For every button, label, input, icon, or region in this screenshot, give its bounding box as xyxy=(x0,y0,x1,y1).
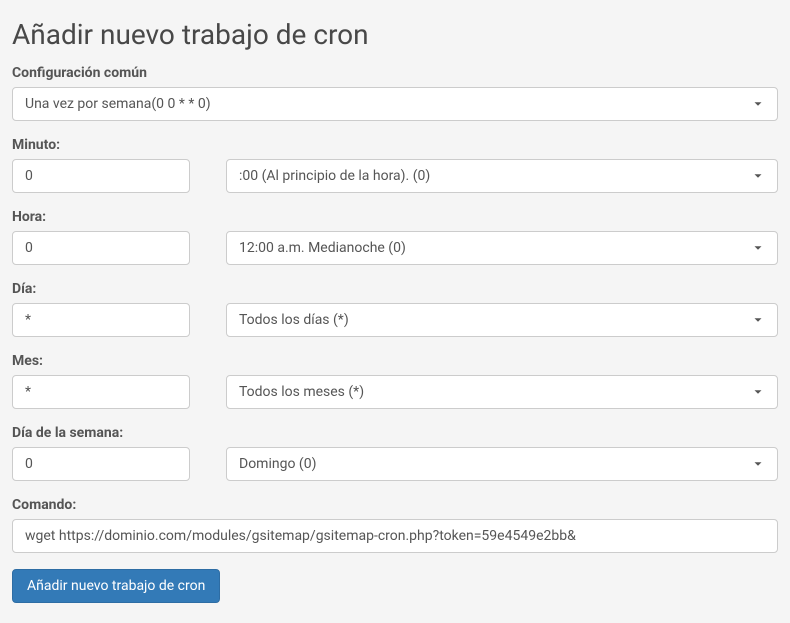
chevron-down-icon xyxy=(751,385,765,399)
weekday-preset-select[interactable]: Domingo (0) xyxy=(226,447,778,481)
chevron-down-icon xyxy=(751,241,765,255)
weekday-preset-selected: Domingo (0) xyxy=(239,456,316,472)
minute-label: Minuto: xyxy=(12,137,778,153)
chevron-down-icon xyxy=(751,169,765,183)
common-settings-label: Configuración común xyxy=(12,65,778,81)
month-preset-selected: Todos los meses (*) xyxy=(239,384,364,400)
common-settings-selected: Una vez por semana(0 0 * * 0) xyxy=(25,96,211,112)
minute-preset-selected: :00 (Al principio de la hora). (0) xyxy=(239,168,430,184)
hour-input[interactable] xyxy=(12,231,190,265)
weekday-input[interactable] xyxy=(12,447,190,481)
add-cron-job-button[interactable]: Añadir nuevo trabajo de cron xyxy=(12,569,220,603)
minute-input[interactable] xyxy=(12,159,190,193)
chevron-down-icon xyxy=(751,313,765,327)
hour-preset-select[interactable]: 12:00 a.m. Medianoche (0) xyxy=(226,231,778,265)
day-preset-select[interactable]: Todos los días (*) xyxy=(226,303,778,337)
hour-preset-selected: 12:00 a.m. Medianoche (0) xyxy=(239,240,406,256)
month-label: Mes: xyxy=(12,353,778,369)
month-preset-select[interactable]: Todos los meses (*) xyxy=(226,375,778,409)
page-title: Añadir nuevo trabajo de cron xyxy=(12,18,778,51)
minute-preset-select[interactable]: :00 (Al principio de la hora). (0) xyxy=(226,159,778,193)
chevron-down-icon xyxy=(751,97,765,111)
day-label: Día: xyxy=(12,281,778,297)
day-preset-selected: Todos los días (*) xyxy=(239,312,349,328)
month-input[interactable] xyxy=(12,375,190,409)
weekday-label: Día de la semana: xyxy=(12,425,778,441)
hour-label: Hora: xyxy=(12,209,778,225)
command-input[interactable] xyxy=(12,519,778,553)
day-input[interactable] xyxy=(12,303,190,337)
chevron-down-icon xyxy=(751,457,765,471)
common-settings-select[interactable]: Una vez por semana(0 0 * * 0) xyxy=(12,87,778,121)
command-label: Comando: xyxy=(12,497,778,513)
